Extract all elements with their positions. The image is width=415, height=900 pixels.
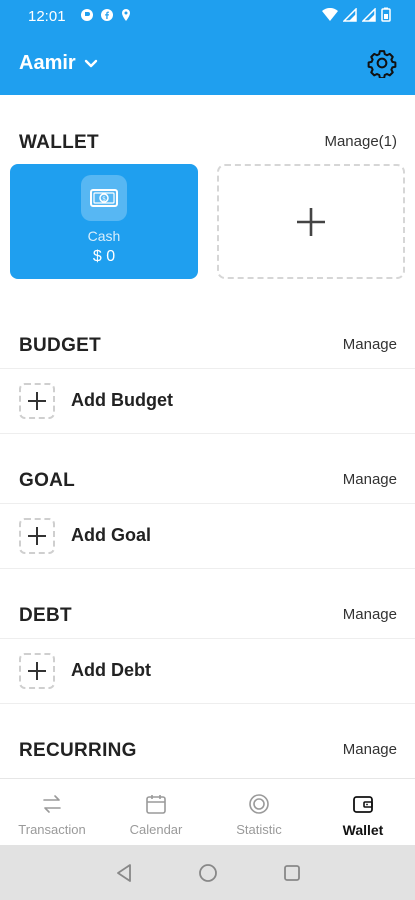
budget-section-header: BUDGET Manage xyxy=(0,325,415,365)
back-icon[interactable] xyxy=(113,862,135,884)
cash-label: Cash xyxy=(87,228,121,244)
status-notification-icons xyxy=(80,8,132,22)
debt-manage-link[interactable]: Manage xyxy=(343,606,397,623)
plus-icon xyxy=(28,527,46,545)
bottom-navigation: Transaction Calendar Statistic Wallet xyxy=(0,778,415,846)
goal-section-header: GOAL Manage xyxy=(0,460,415,500)
nav-wallet-label: Wallet xyxy=(342,822,384,838)
wifi-icon xyxy=(322,7,338,21)
nav-statistic-label: Statistic xyxy=(236,822,282,837)
transfer-arrows-icon xyxy=(43,795,61,813)
signal-icon-2 xyxy=(362,7,376,22)
location-icon xyxy=(122,9,130,21)
cash-wallet-card[interactable]: $ Cash $ 0 xyxy=(10,164,198,279)
battery-icon xyxy=(381,7,391,22)
status-bar: 12:01 xyxy=(0,0,415,30)
add-goal-label: Add Goal xyxy=(71,525,151,545)
add-debt-plus-box xyxy=(19,653,55,689)
nav-transaction[interactable]: Transaction xyxy=(0,779,104,846)
plus-icon xyxy=(28,392,46,410)
wallet-content: WALLET Manage(1) $ Cash $ 0 BUDGET Manag… xyxy=(0,95,415,778)
notification-app-icon xyxy=(81,9,93,21)
add-goal-plus-box xyxy=(19,518,55,554)
goal-title: GOAL xyxy=(19,470,76,491)
wallet-manage-link[interactable]: Manage(1) xyxy=(324,133,397,150)
add-debt-label: Add Debt xyxy=(71,660,151,680)
debt-section-header: DEBT Manage xyxy=(0,595,415,635)
plus-icon xyxy=(297,207,325,236)
chevron-down-icon xyxy=(84,59,97,67)
settings-gear-icon[interactable] xyxy=(367,48,397,78)
nav-statistic[interactable]: Statistic xyxy=(207,779,311,846)
home-icon[interactable] xyxy=(197,862,219,884)
add-budget-label: Add Budget xyxy=(71,390,173,410)
wallet-icon xyxy=(353,796,373,813)
budget-manage-link[interactable]: Manage xyxy=(343,336,397,353)
app-bar: Aamir xyxy=(0,30,415,95)
nav-calendar[interactable]: Calendar xyxy=(104,779,208,846)
facebook-icon xyxy=(101,9,113,21)
status-time: 12:01 xyxy=(28,8,66,25)
user-name: Aamir xyxy=(19,52,76,74)
cash-icon: $ xyxy=(90,189,118,207)
goal-manage-link[interactable]: Manage xyxy=(343,471,397,488)
wallet-section-header: WALLET Manage(1) xyxy=(0,122,415,162)
signal-icon xyxy=(343,7,357,22)
add-debt-row[interactable]: Add Debt xyxy=(0,638,415,704)
budget-title: BUDGET xyxy=(19,335,102,356)
add-wallet-button[interactable] xyxy=(217,164,405,279)
user-switcher[interactable]: Aamir xyxy=(19,52,98,75)
recents-icon[interactable] xyxy=(281,862,303,884)
cash-icon-box: $ xyxy=(81,175,127,221)
wallet-title: WALLET xyxy=(19,132,99,153)
status-system-icons xyxy=(322,7,391,22)
statistic-icon xyxy=(249,794,269,814)
calendar-icon xyxy=(146,795,166,814)
svg-text:$: $ xyxy=(102,195,106,202)
add-goal-row[interactable]: Add Goal xyxy=(0,503,415,569)
recurring-title: RECURRING xyxy=(19,740,137,761)
cash-amount: $ 0 xyxy=(92,248,116,265)
debt-title: DEBT xyxy=(19,605,72,626)
recurring-section-header: RECURRING Manage xyxy=(0,730,415,770)
nav-wallet[interactable]: Wallet xyxy=(311,779,415,846)
plus-icon xyxy=(28,662,46,680)
system-navigation-bar xyxy=(0,845,415,900)
add-budget-plus-box xyxy=(19,383,55,419)
recurring-manage-link[interactable]: Manage xyxy=(343,741,397,758)
nav-calendar-label: Calendar xyxy=(129,822,183,837)
nav-transaction-label: Transaction xyxy=(18,822,86,837)
add-budget-row[interactable]: Add Budget xyxy=(0,368,415,434)
